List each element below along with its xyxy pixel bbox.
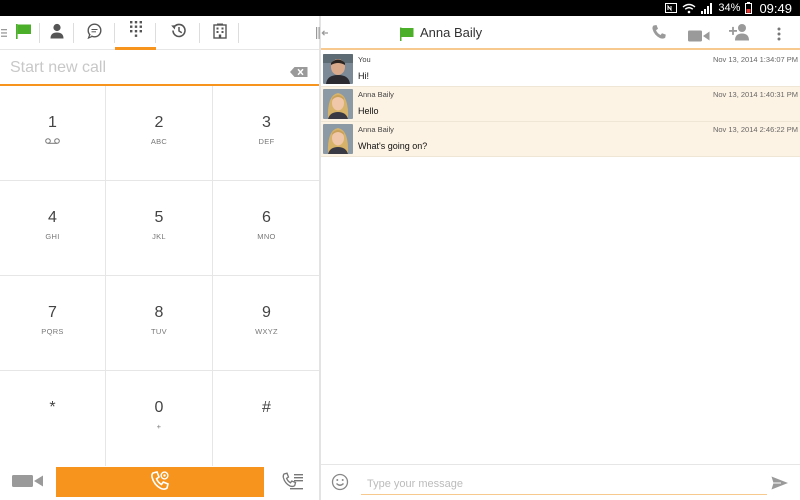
key-letters: MNO xyxy=(257,231,276,241)
drawer-menu-icon[interactable] xyxy=(0,16,8,50)
key-letters: DEF xyxy=(258,136,275,146)
building-icon xyxy=(212,23,227,43)
key-digit: 7 xyxy=(48,304,57,321)
key-1[interactable]: 1 xyxy=(0,86,106,181)
flag-icon xyxy=(15,23,33,43)
tab-presence[interactable] xyxy=(8,16,40,50)
key-letters: JKL xyxy=(152,231,166,241)
avatar xyxy=(323,54,353,84)
key-digit: 8 xyxy=(154,304,164,321)
conversation-header: Anna Baily xyxy=(316,16,800,50)
message-list: You Nov 13, 2014 1:34:07 PM Hi! Anna Bai… xyxy=(321,52,800,157)
contact-presence-flag-icon xyxy=(399,26,415,45)
collapse-pane-icon[interactable] xyxy=(315,25,329,44)
dialpad-icon xyxy=(129,21,142,41)
call-button[interactable] xyxy=(56,467,264,497)
message-timestamp: Nov 13, 2014 1:40:31 PM xyxy=(712,90,798,99)
message-input[interactable] xyxy=(361,473,767,495)
key-letters: + xyxy=(156,421,162,431)
emoji-button[interactable] xyxy=(331,473,349,495)
clock: 09:49 xyxy=(759,0,792,16)
contact-name: Anna Baily xyxy=(420,25,483,40)
tab-chat[interactable] xyxy=(74,16,115,50)
nfc-icon xyxy=(665,0,678,16)
key-digit: 5 xyxy=(154,209,164,226)
dialer-pane: 1 2 ABC 3 DEF 4 GHI 5 JKL 6 MNO 7 PQRS xyxy=(0,16,320,500)
key-hash[interactable]: # xyxy=(213,371,320,466)
phone-icon xyxy=(149,470,171,495)
tab-directory[interactable] xyxy=(200,16,239,50)
dialer-actions xyxy=(0,464,320,500)
key-letters: TUV xyxy=(151,326,167,336)
key-digit: 0 xyxy=(154,399,164,416)
message-composer xyxy=(321,464,800,500)
key-digit: * xyxy=(49,399,56,416)
status-bar: 34% 09:49 xyxy=(0,0,800,16)
history-icon xyxy=(170,22,187,43)
key-digit: 9 xyxy=(262,304,271,321)
wifi-icon xyxy=(682,0,696,16)
avatar xyxy=(323,89,353,119)
key-star[interactable]: * xyxy=(0,371,106,466)
key-9[interactable]: 9 WXYZ xyxy=(213,276,320,371)
audio-call-button[interactable] xyxy=(651,24,667,44)
tab-dialpad[interactable] xyxy=(115,16,156,50)
backspace-icon[interactable] xyxy=(290,62,308,81)
message-item: Anna Baily Nov 13, 2014 2:46:22 PM What'… xyxy=(321,122,800,157)
message-sender: Anna Baily xyxy=(358,90,394,99)
key-digit: 6 xyxy=(262,209,271,226)
key-digit: 3 xyxy=(262,114,271,131)
dial-search-bar xyxy=(0,52,320,86)
key-4[interactable]: 4 GHI xyxy=(0,181,106,276)
send-button[interactable] xyxy=(771,475,789,494)
call-list-button[interactable] xyxy=(282,472,304,496)
key-digit: 2 xyxy=(154,114,164,131)
key-5[interactable]: 5 JKL xyxy=(106,181,213,276)
key-2[interactable]: 2 ABC xyxy=(106,86,213,181)
message-text: Hello xyxy=(358,106,379,116)
tab-contacts[interactable] xyxy=(40,16,74,50)
conversation-pane: Anna Baily You Nov 13, 2014 1:34:07 PM H… xyxy=(316,16,800,500)
key-0[interactable]: 0 + xyxy=(106,371,213,466)
key-letters: ABC xyxy=(150,136,168,146)
voicemail-icon xyxy=(45,136,60,146)
avatar xyxy=(323,124,353,154)
person-icon xyxy=(49,23,65,43)
key-7[interactable]: 7 PQRS xyxy=(0,276,106,371)
message-sender: Anna Baily xyxy=(358,125,394,134)
message-timestamp: Nov 13, 2014 1:34:07 PM xyxy=(712,55,798,64)
key-digit: 4 xyxy=(48,209,57,226)
message-text: What's going on? xyxy=(358,141,428,151)
signal-icon xyxy=(701,0,713,16)
main-tab-bar xyxy=(0,16,320,50)
key-letters: GHI xyxy=(45,231,60,241)
key-3[interactable]: 3 DEF xyxy=(213,86,320,181)
battery-percent: 34% xyxy=(718,2,741,14)
video-call-header-button[interactable] xyxy=(688,27,710,46)
start-new-call-input[interactable] xyxy=(10,59,280,77)
key-digit: # xyxy=(262,399,271,416)
message-item: Anna Baily Nov 13, 2014 1:40:31 PM Hello xyxy=(321,87,800,122)
chat-bubble-icon xyxy=(86,22,103,43)
message-item: You Nov 13, 2014 1:34:07 PM Hi! xyxy=(321,52,800,87)
message-sender: You xyxy=(358,55,371,64)
key-letters: WXYZ xyxy=(255,326,278,336)
overflow-menu-icon[interactable] xyxy=(777,26,781,45)
key-digit: 1 xyxy=(48,114,57,131)
add-participant-button[interactable] xyxy=(729,23,751,45)
key-8[interactable]: 8 TUV xyxy=(106,276,213,371)
message-text: Hi! xyxy=(358,71,369,81)
tab-history[interactable] xyxy=(156,16,200,50)
video-call-button[interactable] xyxy=(12,473,44,492)
message-timestamp: Nov 13, 2014 2:46:22 PM xyxy=(712,125,798,134)
key-6[interactable]: 6 MNO xyxy=(213,181,320,276)
dialpad: 1 2 ABC 3 DEF 4 GHI 5 JKL 6 MNO 7 PQRS 8… xyxy=(0,86,320,466)
key-letters: PQRS xyxy=(41,326,64,336)
battery-icon xyxy=(745,0,753,16)
